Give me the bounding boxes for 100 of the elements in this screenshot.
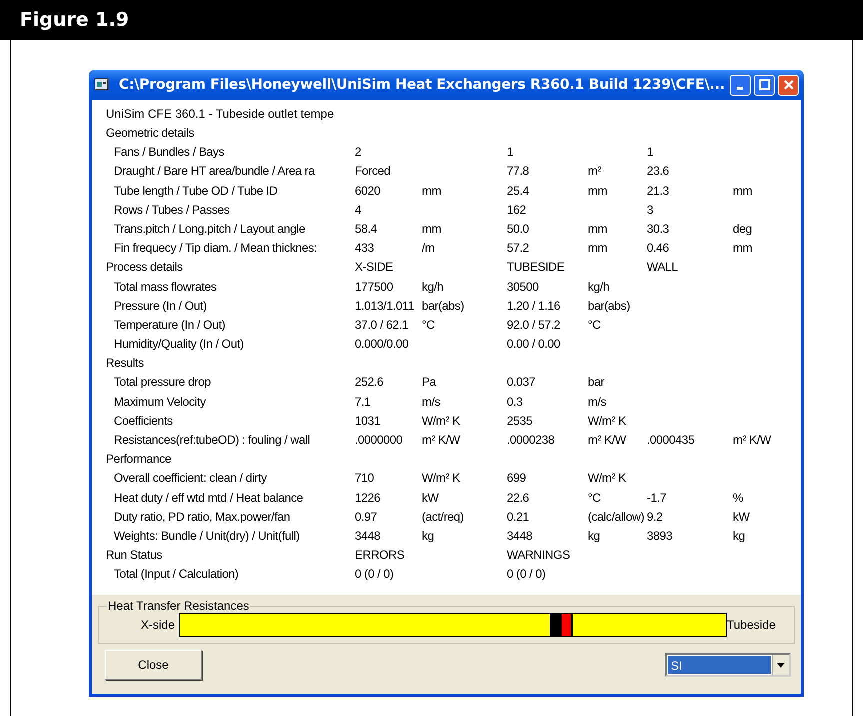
table-cell: mm <box>422 184 442 198</box>
row-label: Total mass flowrates <box>113 278 218 296</box>
row-label: Coefficients <box>113 412 174 430</box>
table-cell: TUBESIDE <box>507 260 565 274</box>
table-cell: 30500 <box>507 280 539 294</box>
table-cell: .0000000 <box>355 433 403 447</box>
table-cell: 0.000/0.00 <box>355 337 409 352</box>
units-dropdown[interactable]: SI <box>665 653 791 677</box>
row-label: Total pressure drop <box>113 374 212 392</box>
table-cell: 2535 <box>507 414 532 428</box>
table-cell: 77.8 <box>507 164 530 178</box>
table-cell: 252.6 <box>355 375 384 390</box>
table-cell: (calc/allow) <box>588 510 644 524</box>
row-label: Weights: Bundle / Unit(dry) / Unit(full) <box>113 528 301 545</box>
table-cell: kg <box>733 528 746 543</box>
table-cell: 0 (0 / 0) <box>507 567 546 582</box>
table-cell: m/s <box>588 394 606 409</box>
table-cell: kg <box>588 528 600 543</box>
row-label: Total (Input / Calculation) <box>113 566 240 584</box>
table-cell: 3 <box>647 202 654 217</box>
table-cell: 177500 <box>355 280 394 294</box>
table-cell: °C <box>588 490 601 505</box>
table-cell: kW <box>422 490 439 505</box>
table-cell: Forced <box>355 164 391 178</box>
window-title: C:\Program Files\Honeywell\UniSim Heat Exchangers R360.1 Build 1239\CFE\... <box>119 77 726 93</box>
row-label: Overall coefficient: clean / dirty <box>113 470 268 488</box>
table-cell: X-SIDE <box>355 260 394 274</box>
table-cell: 3448 <box>507 528 532 543</box>
table-cell: 3448 <box>355 528 380 543</box>
table-cell: 92.0 / 57.2 <box>507 318 560 332</box>
table-cell: °C <box>422 318 435 332</box>
table-cell: kg/h <box>422 280 444 294</box>
row-label: Duty ratio, PD ratio, Max.power/fan <box>113 508 292 526</box>
section-heading: Performance <box>106 451 172 468</box>
row-label: Tube length / Tube OD / Tube ID <box>113 182 279 200</box>
table-cell: deg <box>733 222 752 236</box>
table-cell: mm <box>422 222 442 236</box>
row-label: Draught / Bare HT area/bundle / Area ra <box>113 163 316 180</box>
row-label: Resistances(ref:tubeOD) : fouling / wall <box>113 432 312 449</box>
table-cell: 0.97 <box>355 510 378 524</box>
close-button[interactable]: Close <box>105 650 202 680</box>
table-cell: 25.4 <box>507 184 530 198</box>
table-cell: mm <box>733 241 752 256</box>
table-cell: 7.1 <box>355 394 371 409</box>
side-label: X-side <box>140 618 176 632</box>
minimize-icon[interactable] <box>730 74 751 96</box>
table-cell: W/m² K <box>588 471 626 486</box>
row-label: Heat duty / eff wtd mtd / Heat balance <box>113 490 304 507</box>
maximize-icon[interactable] <box>754 74 775 96</box>
table-cell: .0000238 <box>507 433 555 447</box>
row-label: Fin frequecy / Tip diam. / Mean thicknes: <box>113 240 318 258</box>
table-cell: 1.013/1.011 <box>355 298 414 313</box>
row-label: Temperature (In / Out) <box>113 316 226 334</box>
table-cell: kg/h <box>588 280 610 294</box>
figure-label: Figure 1.9 <box>20 9 130 31</box>
table-cell: 1 <box>507 145 514 160</box>
table-cell: mm <box>588 222 608 236</box>
section-heading: Run Status <box>106 547 164 564</box>
table-cell: WALL <box>647 260 678 274</box>
table-cell: 23.6 <box>647 164 670 178</box>
table-cell: 1 <box>647 145 654 160</box>
table-cell: -1.7 <box>647 490 666 505</box>
table-cell: WARNINGS <box>507 548 570 562</box>
table-cell: 0.21 <box>507 510 530 524</box>
app-icon <box>94 78 110 92</box>
table-cell: W/m² K <box>422 471 460 486</box>
close-icon[interactable] <box>778 74 799 96</box>
section-heading: Results <box>106 355 145 372</box>
table-cell: m² K/W <box>588 433 626 447</box>
table-cell: m² K/W <box>422 433 460 447</box>
table-cell: bar(abs) <box>422 298 464 313</box>
table-cell: bar(abs) <box>588 298 630 313</box>
row-label: Maximum Velocity <box>113 394 208 411</box>
row-label: Humidity/Quality (In / Out) <box>113 336 245 354</box>
table-cell: bar <box>588 375 604 390</box>
table-cell: m/s <box>422 394 440 409</box>
group-title: Heat Transfer Resistances <box>107 599 250 613</box>
table-cell: 0.3 <box>507 394 523 409</box>
table-cell: % <box>733 490 744 505</box>
table-cell: °C <box>588 318 601 332</box>
table-cell: mm <box>588 241 608 256</box>
table-cell: kW <box>733 510 750 524</box>
table-cell: 0.037 <box>507 375 536 390</box>
table-cell: 4 <box>355 202 362 217</box>
table-cell: kg <box>422 528 434 543</box>
table-cell: m² <box>588 164 602 178</box>
row-label: Pressure (In / Out) <box>113 298 208 315</box>
table-cell: 37.0 / 62.1 <box>355 318 408 332</box>
table-cell: 57.2 <box>507 241 530 256</box>
section-heading: Process details <box>106 259 184 276</box>
table-cell: 50.0 <box>507 222 530 236</box>
table-cell: 433 <box>355 241 374 256</box>
table-cell: 1031 <box>355 414 380 428</box>
table-cell: /m <box>422 241 435 256</box>
table-cell: 699 <box>507 471 526 486</box>
table-cell: m² K/W <box>733 433 772 447</box>
dropdown-arrow-icon <box>777 662 785 668</box>
table-cell: 58.4 <box>355 222 378 236</box>
table-cell: .0000435 <box>647 433 695 447</box>
table-cell: W/m² K <box>422 414 460 428</box>
